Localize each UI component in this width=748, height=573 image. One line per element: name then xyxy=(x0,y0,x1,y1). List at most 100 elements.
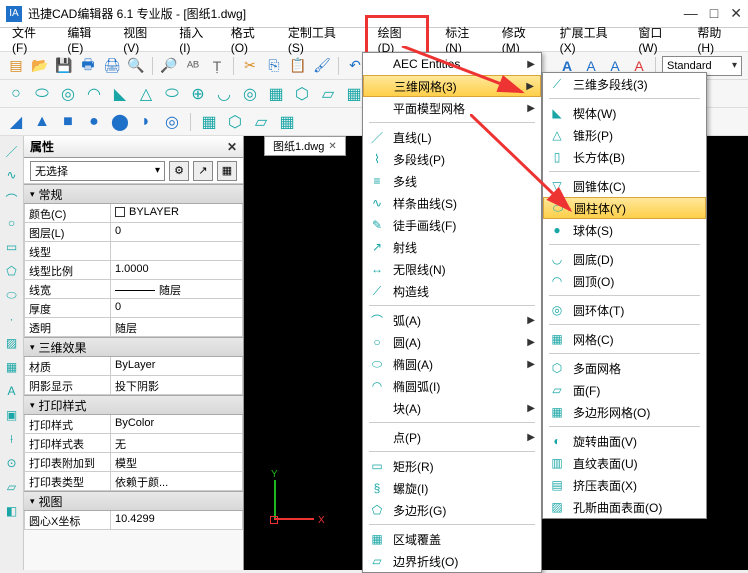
surf1-icon[interactable]: ▦ xyxy=(199,112,219,132)
wedge-icon[interactable]: ◣ xyxy=(110,84,130,104)
menu-item[interactable]: ↗射线 xyxy=(363,236,541,258)
face-icon[interactable]: ▱ xyxy=(318,84,338,104)
menu-item[interactable]: ○圆(A)▶ xyxy=(363,331,541,353)
menu-view[interactable]: 视图(V) xyxy=(121,22,163,57)
prop-value[interactable]: 随层 xyxy=(110,280,243,299)
prop-value[interactable]: ByColor xyxy=(110,415,243,434)
close-button[interactable]: ✕ xyxy=(730,5,742,22)
select-button-icon[interactable]: ▦ xyxy=(217,161,237,181)
solid-torus-icon[interactable]: ◎ xyxy=(162,112,182,132)
section-3d[interactable]: 三维效果 xyxy=(24,337,243,357)
menu-item[interactable]: ⬭椭圆(A)▶ xyxy=(363,353,541,375)
document-tab[interactable]: 图纸1.dwg ✕ xyxy=(264,136,346,156)
block-tool-icon[interactable]: ▣ xyxy=(3,406,21,424)
menu-item[interactable]: 块(A)▶ xyxy=(363,397,541,419)
new-icon[interactable]: ▤ xyxy=(6,56,26,76)
cone-icon[interactable]: △ xyxy=(136,84,156,104)
open-icon[interactable]: 📂 xyxy=(30,56,50,76)
menu-item[interactable]: ⬠多边形(G) xyxy=(363,499,541,521)
section-view[interactable]: 视图 xyxy=(24,491,243,511)
menu-item[interactable]: ▱面(F) xyxy=(543,379,706,401)
menu-item[interactable]: ▤挤压表面(X) xyxy=(543,474,706,496)
preview-icon[interactable]: 🔍 xyxy=(126,56,146,76)
solid-box-icon[interactable]: ■ xyxy=(58,112,78,132)
surf2-icon[interactable]: ⬡ xyxy=(225,112,245,132)
arc-tool-icon[interactable]: ⌒ xyxy=(3,190,21,208)
measure-tool-icon[interactable]: ⟊ xyxy=(3,430,21,448)
panel-close-icon[interactable]: ✕ xyxy=(227,140,237,154)
menu-item[interactable]: ⌒弧(A)▶ xyxy=(363,309,541,331)
solid-cyl-icon[interactable]: ● xyxy=(84,112,104,132)
menu-item[interactable]: ▭矩形(R) xyxy=(363,455,541,477)
find-icon[interactable]: 🔎 xyxy=(159,56,179,76)
line-tool-icon[interactable]: ／ xyxy=(3,142,21,160)
tab-close-icon[interactable]: ✕ xyxy=(328,141,336,152)
ellipse-tool-icon[interactable]: ⬭ xyxy=(3,286,21,304)
menu-extra-tools[interactable]: 扩展工具(X) xyxy=(558,22,623,57)
poly-tool-icon[interactable]: ⬠ xyxy=(3,262,21,280)
text-tool-icon[interactable]: A xyxy=(3,382,21,400)
text-icon[interactable]: Ṭ xyxy=(207,56,227,76)
prop-value[interactable]: ByLayer xyxy=(110,357,243,376)
surf3-icon[interactable]: ▱ xyxy=(251,112,271,132)
paint-icon[interactable]: 🖌 xyxy=(312,56,332,76)
prop-value[interactable]: 模型 xyxy=(110,453,243,472)
prop-value[interactable]: 1.0000 xyxy=(110,261,243,280)
menu-item[interactable]: 点(P)▶ xyxy=(363,426,541,448)
menu-insert[interactable]: 插入(I) xyxy=(177,22,215,57)
copy-icon[interactable]: ⎘ xyxy=(264,56,284,76)
hatch-tool-icon[interactable]: ▨ xyxy=(3,334,21,352)
menu-window[interactable]: 窗口(W) xyxy=(636,22,681,57)
point-tool-icon[interactable]: · xyxy=(3,310,21,328)
menu-item[interactable]: ◠圆顶(O) xyxy=(543,270,706,292)
prop-value[interactable]: 随层 xyxy=(110,318,243,337)
menu-custom-tools[interactable]: 定制工具(S) xyxy=(286,22,351,57)
menu-item[interactable]: ▦区域覆盖 xyxy=(363,528,541,550)
print-icon[interactable]: 🖨 xyxy=(102,56,122,76)
menu-item[interactable]: §螺旋(I) xyxy=(363,477,541,499)
menu-item[interactable]: ⟋构造线 xyxy=(363,280,541,302)
arc-icon[interactable]: ◠ xyxy=(84,84,104,104)
selection-combo[interactable]: 无选择 xyxy=(30,161,165,181)
boundary-tool-icon[interactable]: ▱ xyxy=(3,478,21,496)
solid-cone-icon[interactable]: ▲ xyxy=(32,112,52,132)
save-icon[interactable]: 💾 xyxy=(54,56,74,76)
prop-value[interactable]: 0 xyxy=(110,223,243,242)
menu-item[interactable]: ⬡多面网格 xyxy=(543,357,706,379)
solid-dome-icon[interactable]: ◗ xyxy=(136,112,156,132)
prop-value[interactable]: BYLAYER xyxy=(110,204,243,223)
mesh-icon[interactable]: ▦ xyxy=(266,84,286,104)
prop-value[interactable]: 0 xyxy=(110,299,243,318)
surf4-icon[interactable]: ▦ xyxy=(277,112,297,132)
polymesh-icon[interactable]: ▦ xyxy=(344,84,364,104)
cut-icon[interactable]: ✂ xyxy=(240,56,260,76)
polyface-icon[interactable]: ⬡ xyxy=(292,84,312,104)
menu-item[interactable]: ▦网格(C) xyxy=(543,328,706,350)
menu-file[interactable]: 文件(F) xyxy=(10,22,51,57)
menu-item[interactable]: ▦多边形网格(O) xyxy=(543,401,706,423)
snap-tool-icon[interactable]: ⊙ xyxy=(3,454,21,472)
menu-item[interactable]: ◐旋转曲面(V) xyxy=(543,430,706,452)
menu-item[interactable]: ◡圆底(D) xyxy=(543,248,706,270)
torus-icon[interactable]: ◎ xyxy=(240,84,260,104)
minimize-button[interactable]: — xyxy=(684,5,698,22)
dome-icon[interactable]: ◡ xyxy=(214,84,234,104)
saveall-icon[interactable]: 🖶 xyxy=(78,56,98,76)
wipe-tool-icon[interactable]: ◧ xyxy=(3,502,21,520)
menu-item[interactable]: ▥直纹表面(U) xyxy=(543,452,706,474)
solid-wedge-icon[interactable]: ◢ xyxy=(6,112,26,132)
menu-item[interactable]: ◎圆环体(T) xyxy=(543,299,706,321)
menu-edit[interactable]: 编辑(E) xyxy=(65,22,107,57)
menu-item[interactable]: ◠椭圆弧(I) xyxy=(363,375,541,397)
rect-tool-icon[interactable]: ▭ xyxy=(3,238,21,256)
spellcheck-icon[interactable]: ᴬᴮ xyxy=(183,56,203,76)
cylinder-icon[interactable]: ⬭ xyxy=(162,84,182,104)
menu-format[interactable]: 格式(O) xyxy=(229,22,272,57)
pick-button-icon[interactable]: ↗ xyxy=(193,161,213,181)
solid-sphere-icon[interactable]: ⬤ xyxy=(110,112,130,132)
ellipse-icon[interactable]: ⬭ xyxy=(32,84,52,104)
maximize-button[interactable]: □ xyxy=(710,5,718,22)
menu-item[interactable]: ▨孔斯曲面表面(O) xyxy=(543,496,706,518)
sphere-icon[interactable]: ⊕ xyxy=(188,84,208,104)
spline-tool-icon[interactable]: ∿ xyxy=(3,166,21,184)
